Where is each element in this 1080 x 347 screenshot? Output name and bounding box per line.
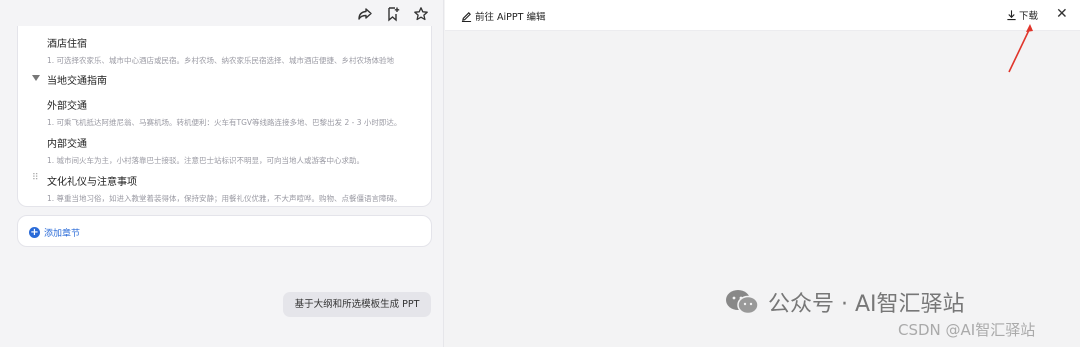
wechat-icon (726, 290, 759, 315)
subsection-title: 酒店住宿 (47, 39, 87, 50)
outline-subsection[interactable]: 内部交通 1. 城市间火车为主，小村落靠巴士接驳。注意巴士站标识不明显，可向当地… (47, 135, 427, 166)
close-icon[interactable]: ✕ (1056, 6, 1068, 22)
watermark: 公众号 · AI智汇驿站 (724, 286, 965, 318)
outline-toolbar (357, 6, 429, 22)
section-title[interactable]: 当地交通指南 (47, 72, 107, 87)
collapse-caret-icon[interactable] (32, 75, 40, 81)
outline-subsection[interactable]: 外部交通 1. 可乘飞机抵达阿维尼翁、马赛机场。转机便利：火车有TGV等线路连接… (47, 97, 427, 128)
section-desc: 1. 尊重当地习俗，如进入教堂着装得体，保持安静；用餐礼仪优雅，不大声喧哗。购物… (47, 194, 402, 203)
subsection-desc: 1. 可乘飞机抵达阿维尼翁、马赛机场。转机便利：火车有TGV等线路连接多地、巴黎… (47, 118, 402, 127)
outline-section[interactable]: 文化礼仪与注意事项 1. 尊重当地习俗，如进入教堂着装得体，保持安静；用餐礼仪优… (47, 173, 427, 204)
annotation-arrow (1008, 24, 1033, 73)
add-section-label: 添加章节 (44, 229, 81, 239)
edit-pencil-icon (461, 11, 472, 22)
csdn-watermark: CSDN @AI智汇驿站 (898, 321, 1036, 339)
generate-ppt-button[interactable]: 基于大纲和所选模板生成 PPT (283, 292, 431, 317)
add-section-card: + 添加章节 (17, 215, 432, 247)
outline-card: 酒店住宿 1. 可选择农家乐、城市中心酒店或民宿。乡村农场、纳农家乐民宿选择、城… (17, 26, 432, 207)
drag-handle-icon[interactable]: ⠿ (32, 173, 39, 183)
subsection-title: 外部交通 (47, 101, 87, 112)
subsection-title: 内部交通 (47, 139, 87, 150)
plus-circle-icon: + (29, 227, 40, 238)
watermark-text: 公众号 · AI智汇驿站 (768, 292, 965, 317)
outline-panel: 酒店住宿 1. 可选择农家乐、城市中心酒店或民宿。乡村农场、纳农家乐民宿选择、城… (0, 0, 444, 347)
goto-edit-label: 前往 AiPPT 编辑 (475, 12, 546, 23)
subsection-desc: 1. 城市间火车为主，小村落靠巴士接驳。注意巴士站标识不明显，可向当地人或游客中… (47, 156, 365, 165)
goto-aippt-edit-button[interactable]: 前往 AiPPT 编辑 (461, 9, 545, 23)
outline-subsection[interactable]: 酒店住宿 1. 可选择农家乐、城市中心酒店或民宿。乡村农场、纳农家乐民宿选择、城… (47, 35, 427, 66)
add-section-button[interactable]: + 添加章节 (29, 226, 80, 239)
subsection-desc: 1. 可选择农家乐、城市中心酒店或民宿。乡村农场、纳农家乐民宿选择、城市酒店便捷… (47, 56, 395, 65)
preview-header: 前往 AiPPT 编辑 下载 ✕ (445, 0, 1080, 31)
section-title: 文化礼仪与注意事项 (47, 177, 137, 188)
star-icon[interactable] (413, 6, 429, 22)
share-icon[interactable] (357, 6, 373, 22)
bookmark-add-icon[interactable] (385, 6, 401, 22)
